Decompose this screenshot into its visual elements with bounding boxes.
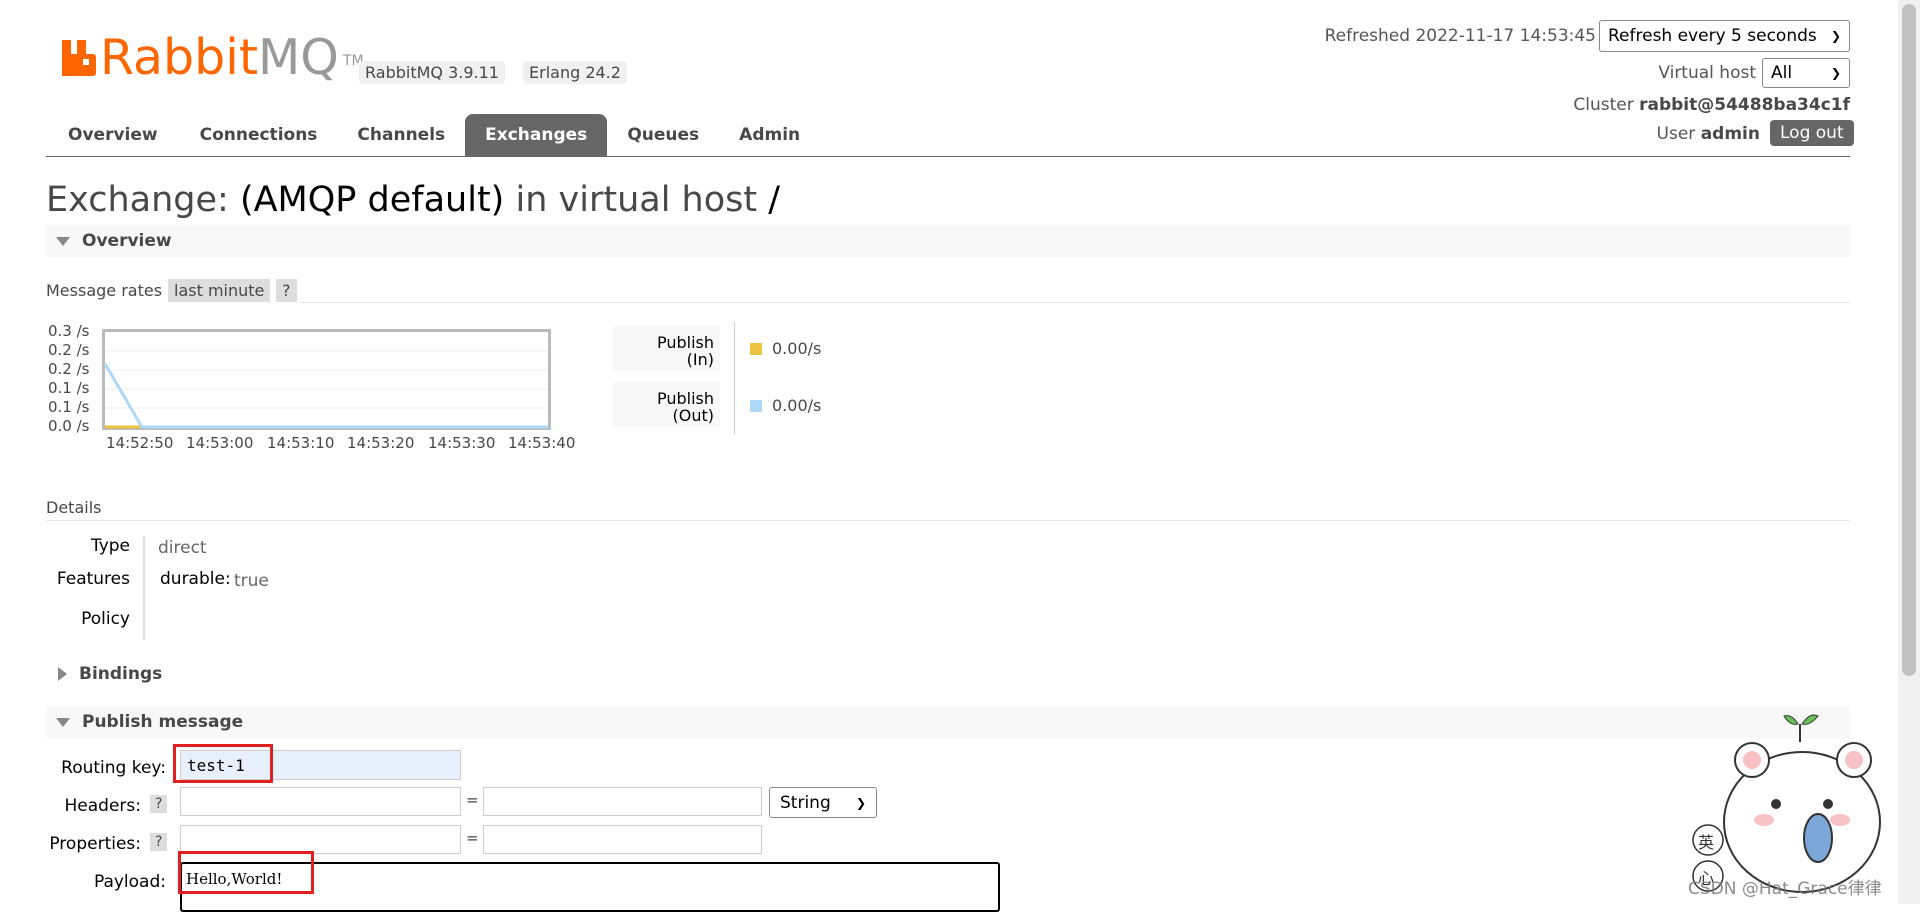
- tab-queues[interactable]: Queues: [607, 114, 719, 156]
- x-axis-ticks: 14:52:50 14:53:00 14:53:10 14:53:20 14:5…: [104, 434, 594, 454]
- properties-help-button[interactable]: ?: [150, 833, 168, 851]
- tab-connections[interactable]: Connections: [180, 114, 338, 156]
- virtual-host-select[interactable]: All ❯: [1762, 58, 1850, 88]
- x-tick: 14:53:40: [508, 434, 576, 452]
- divider: [46, 520, 1850, 521]
- x-tick: 14:52:50: [106, 434, 174, 452]
- rabbitmq-version-badge: RabbitMQ 3.9.11: [359, 61, 505, 84]
- header-value-input[interactable]: [483, 787, 762, 816]
- cluster-info: Cluster rabbit@54488ba34c1f: [1573, 95, 1850, 115]
- equals-sign: =: [466, 791, 479, 809]
- features-key: durable:: [160, 569, 231, 589]
- tab-overview[interactable]: Overview: [46, 114, 180, 156]
- y-tick: 0.1 /s: [48, 398, 90, 416]
- tab-admin[interactable]: Admin: [719, 114, 820, 156]
- legend-publish-in-value: 0.00/s: [750, 339, 821, 358]
- sticker-char: 英: [1698, 833, 1715, 852]
- payload-label: Payload:: [93, 872, 166, 892]
- header-key-input[interactable]: [180, 787, 461, 816]
- y-tick: 0.3 /s: [48, 322, 90, 340]
- legend-publish-out-value: 0.00/s: [750, 396, 821, 415]
- y-tick: 0.0 /s: [48, 417, 90, 435]
- main-nav-tabs: Overview Connections Channels Exchanges …: [46, 114, 820, 156]
- divider: [300, 302, 1850, 303]
- equals-sign: =: [466, 829, 479, 847]
- features-value: true: [234, 571, 269, 591]
- x-tick: 14:53:20: [347, 434, 415, 452]
- x-tick: 14:53:00: [186, 434, 254, 452]
- details-divider: [143, 536, 145, 640]
- virtual-host-label: Virtual host: [1658, 63, 1756, 83]
- expand-triangle-icon: [58, 667, 67, 681]
- chevron-down-icon: ❯: [855, 795, 866, 810]
- property-value-input[interactable]: [483, 825, 762, 854]
- policy-label: Policy: [81, 609, 130, 629]
- user-info: User admin: [1656, 124, 1760, 144]
- type-label: Type: [90, 536, 130, 556]
- routing-key-label: Routing key:: [61, 758, 166, 778]
- erlang-version-badge: Erlang 24.2: [523, 61, 627, 84]
- y-tick: 0.2 /s: [48, 341, 90, 359]
- type-value: direct: [158, 538, 207, 558]
- tab-divider: [46, 156, 1850, 157]
- scrollbar-thumb[interactable]: [1902, 4, 1916, 676]
- tab-exchanges[interactable]: Exchanges: [465, 114, 608, 156]
- refresh-interval-select[interactable]: Refresh every 5 seconds ❯: [1599, 20, 1850, 52]
- publish-in-swatch: [750, 342, 762, 355]
- highlight-box: [178, 851, 314, 894]
- legend-publish-out-label: Publish (Out): [613, 382, 720, 427]
- highlight-box: [173, 744, 273, 783]
- user-name: admin: [1700, 124, 1760, 144]
- collapse-triangle-icon: [56, 717, 70, 727]
- rabbitmq-logo-icon: [62, 40, 96, 76]
- y-tick: 0.2 /s: [48, 360, 90, 378]
- bindings-section-toggle[interactable]: Bindings: [46, 658, 162, 690]
- chevron-down-icon: ❯: [1830, 29, 1841, 43]
- x-tick: 14:53:10: [267, 434, 335, 452]
- legend-publish-in-label: Publish (In): [613, 326, 720, 371]
- help-button[interactable]: ?: [276, 279, 297, 302]
- logout-button[interactable]: Log out: [1770, 120, 1854, 146]
- message-rates-label: Message rates: [46, 281, 163, 300]
- rabbitmq-logo-text[interactable]: RabbitMQ TM: [100, 28, 364, 91]
- message-rates-chart: [102, 329, 551, 430]
- publish-out-swatch: [750, 399, 762, 412]
- overview-section-toggle[interactable]: Overview: [46, 225, 1850, 257]
- properties-label: Properties:: [49, 834, 141, 854]
- features-label: Features: [56, 569, 130, 589]
- chart-frame: [102, 329, 551, 430]
- legend-divider: [734, 322, 735, 434]
- details-label: Details: [46, 498, 102, 517]
- refreshed-timestamp: Refreshed 2022-11-17 14:53:45: [1324, 26, 1596, 46]
- x-tick: 14:53:30: [428, 434, 496, 452]
- header-type-select[interactable]: String ❯: [769, 787, 877, 818]
- y-tick: 0.1 /s: [48, 379, 90, 397]
- headers-label: Headers:: [64, 796, 141, 816]
- rate-range-chip[interactable]: last minute: [168, 279, 271, 302]
- property-key-input[interactable]: [180, 825, 461, 854]
- page-title: Exchange: (AMQP default) in virtual host…: [46, 180, 781, 220]
- chevron-down-icon: ❯: [1830, 66, 1841, 80]
- cluster-name: rabbit@54488ba34c1f: [1639, 95, 1850, 115]
- headers-help-button[interactable]: ?: [150, 795, 168, 813]
- csdn-watermark: CSDN @Hat_Grace律律: [1688, 879, 1882, 899]
- publish-message-section-toggle[interactable]: Publish message: [46, 706, 1850, 738]
- tab-channels[interactable]: Channels: [337, 114, 465, 156]
- collapse-triangle-icon: [56, 236, 70, 246]
- vertical-scrollbar[interactable]: [1898, 0, 1920, 904]
